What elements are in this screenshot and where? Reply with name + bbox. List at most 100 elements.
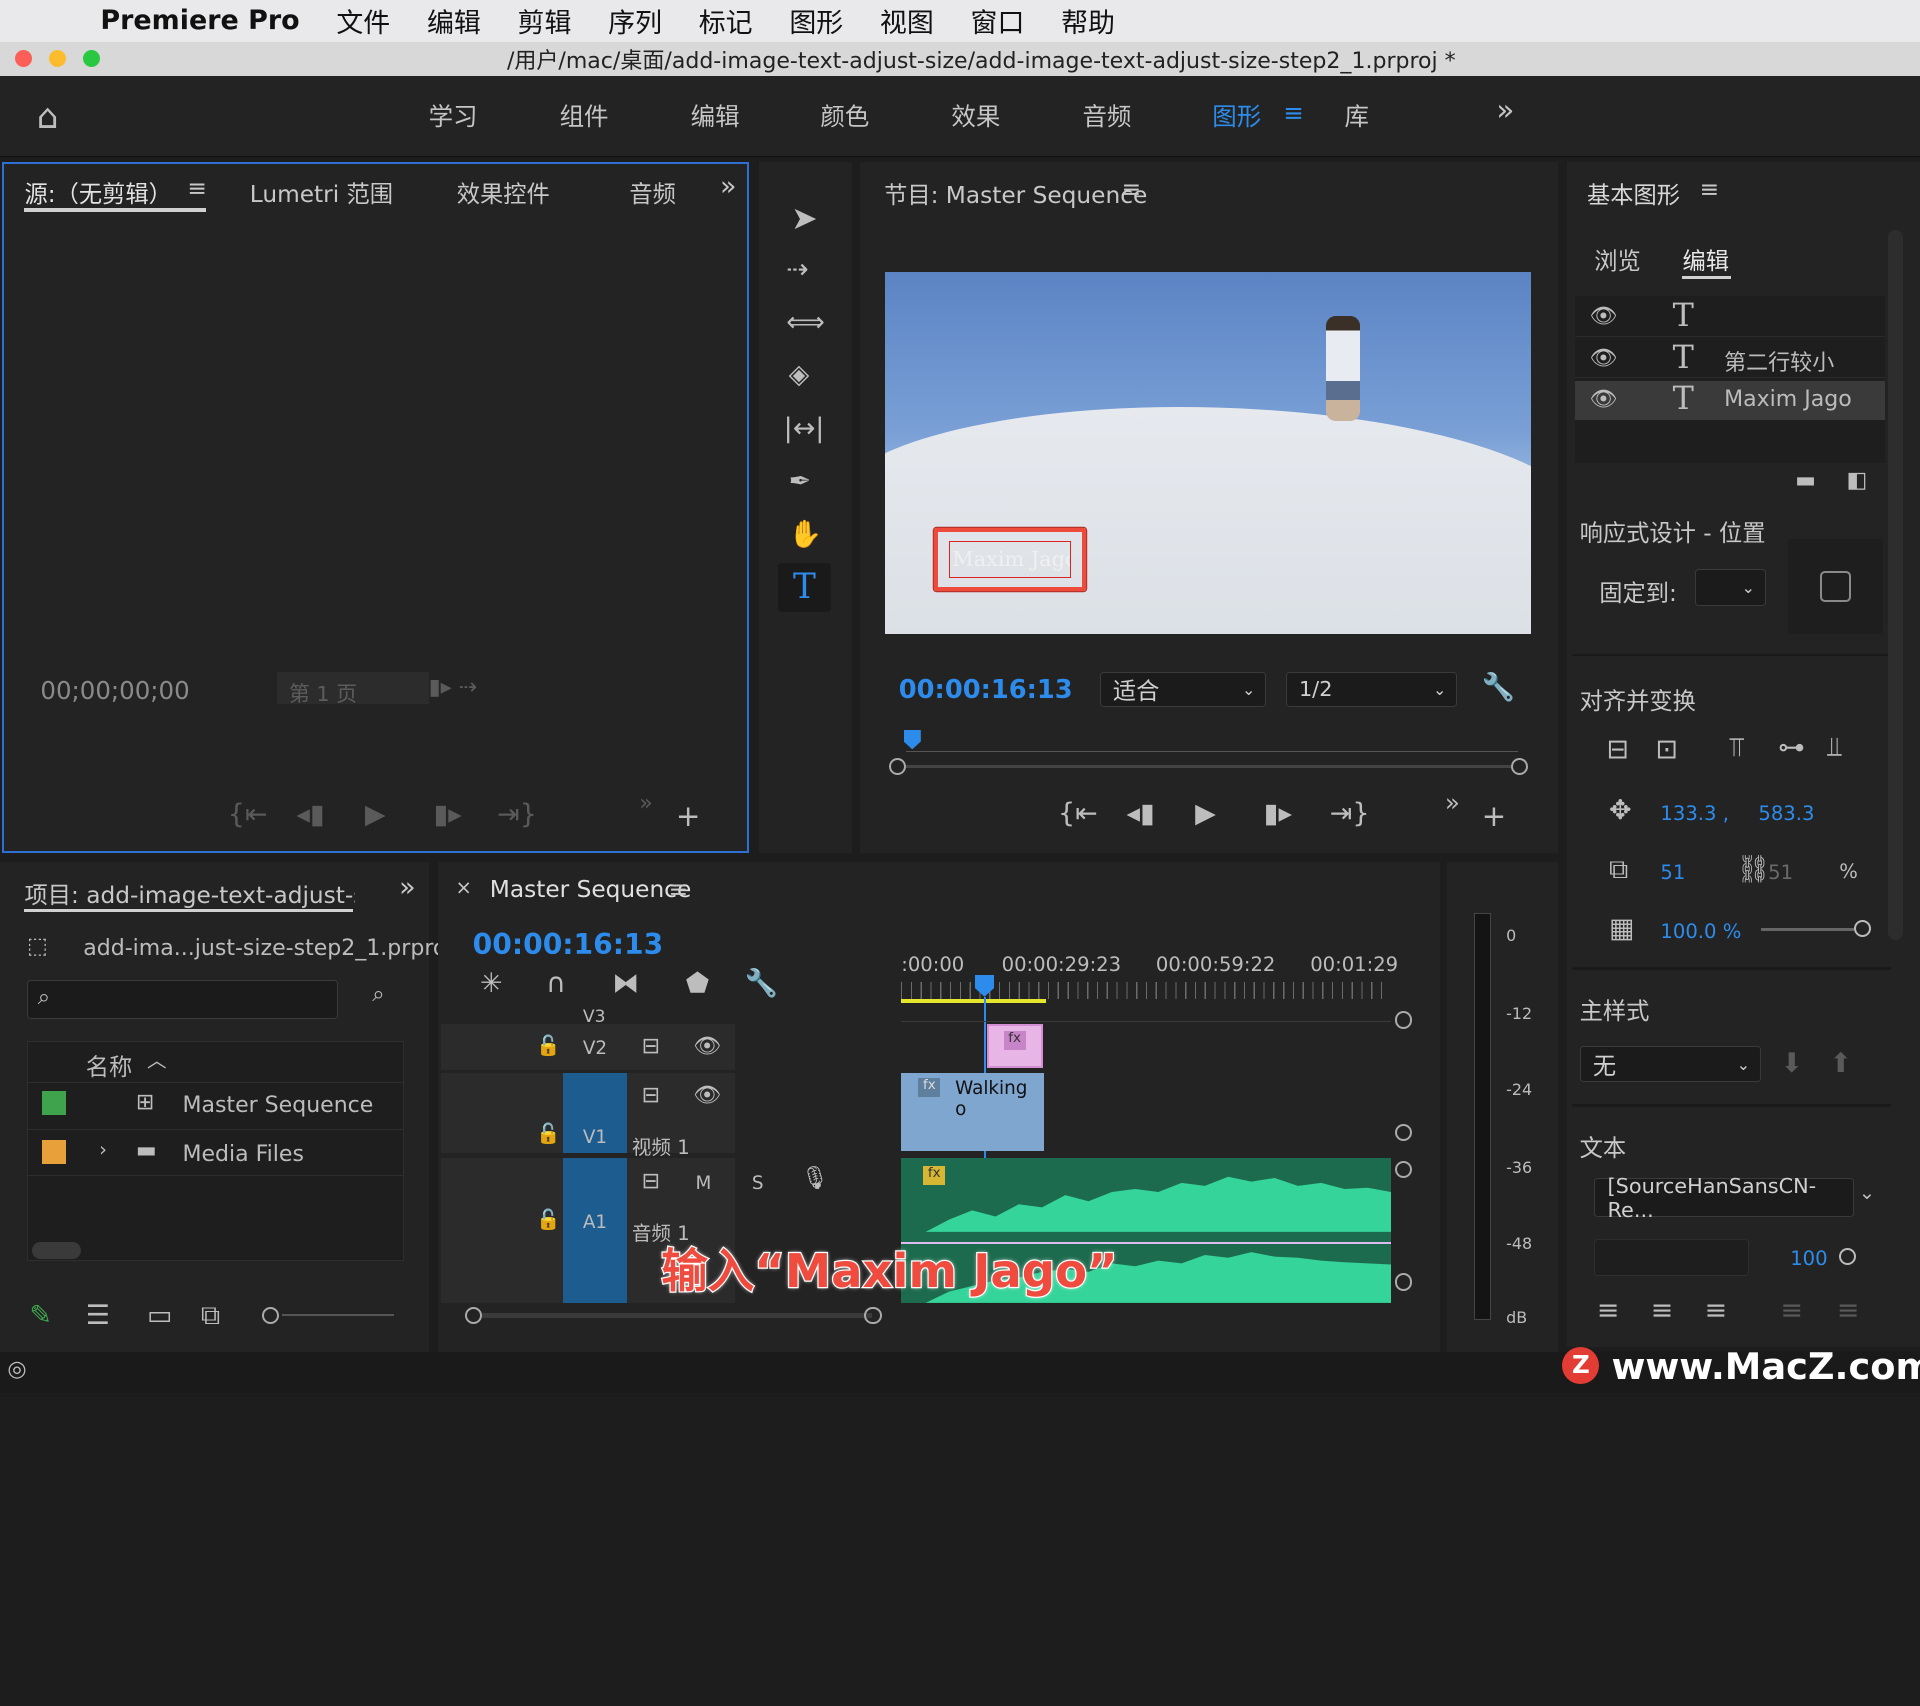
eye-icon[interactable]: 👁 xyxy=(1589,306,1617,328)
chevron-right-icon[interactable]: › xyxy=(99,1139,107,1160)
justify-left-icon[interactable]: ≡ xyxy=(1780,1297,1803,1325)
eg-tab-browse[interactable]: 浏览 xyxy=(1594,242,1641,276)
creative-cloud-icon[interactable]: ◎ xyxy=(7,1359,26,1381)
eg-tab-edit[interactable]: 编辑 xyxy=(1682,242,1729,276)
wrench-icon[interactable]: 🔧 xyxy=(1482,674,1516,702)
name-column-header[interactable]: 名称 xyxy=(86,1048,133,1082)
scale-value[interactable]: 51 xyxy=(1660,861,1685,884)
microphone-icon[interactable]: 🎙 xyxy=(801,1168,829,1190)
workspace-menu-icon[interactable]: ≡ xyxy=(1283,98,1304,127)
program-add-button-icon[interactable]: + xyxy=(1482,801,1507,831)
source-step-back-icon[interactable]: ◂▮ xyxy=(296,801,324,829)
close-sequence-icon[interactable]: × xyxy=(456,876,472,899)
link-icon[interactable]: ⛓ xyxy=(1736,856,1770,884)
justify-all-icon[interactable]: ≡ xyxy=(1837,1297,1860,1325)
eye-icon[interactable]: 👁 xyxy=(693,1035,721,1058)
video-clip-v1[interactable]: fx Walking o xyxy=(901,1072,1045,1152)
source-step-forward-icon[interactable]: ▮▸ ⇢ xyxy=(429,677,478,699)
timeline-menu-icon[interactable]: ≡ xyxy=(669,876,688,903)
step-forward-icon[interactable]: ▮▸ xyxy=(1264,800,1292,828)
track-height-handle[interactable] xyxy=(1394,1273,1412,1291)
source-go-out-icon[interactable]: ⇥} xyxy=(497,801,537,829)
freeform-view-icon[interactable]: ⧉ xyxy=(201,1302,220,1330)
source-go-in-icon[interactable]: {⇤ xyxy=(228,801,268,829)
eg-layer-row[interactable]: 👁 T xyxy=(1574,298,1885,337)
label-color-swatch[interactable] xyxy=(41,1139,67,1165)
solo-button[interactable]: S xyxy=(752,1173,764,1194)
add-marker-icon[interactable]: ⬟ xyxy=(686,970,709,998)
menu-help[interactable]: 帮助 xyxy=(1061,1,1115,40)
align-middle-icon[interactable]: ⊶ xyxy=(1778,734,1805,762)
align-bottom-icon[interactable]: ⫫ xyxy=(1827,734,1842,762)
selection-tool-icon[interactable]: ➤ xyxy=(791,202,818,235)
mute-button[interactable]: M xyxy=(696,1173,712,1194)
eye-icon[interactable]: 👁 xyxy=(1589,347,1617,370)
go-to-in-icon[interactable]: {⇤ xyxy=(1058,800,1098,828)
project-scrollbar[interactable] xyxy=(31,1241,81,1259)
pencil-icon[interactable]: ✎ xyxy=(29,1302,52,1330)
source-more-buttons-icon[interactable]: » xyxy=(639,793,652,815)
lock-icon[interactable]: 🔓 xyxy=(536,1124,560,1144)
opacity-slider-handle[interactable] xyxy=(1853,919,1872,937)
lock-icon[interactable]: 🔓 xyxy=(536,1036,560,1056)
menu-view[interactable]: 视图 xyxy=(880,1,934,40)
pin-to-dropdown[interactable]: ⌄ xyxy=(1694,569,1766,607)
source-add-button-icon[interactable]: + xyxy=(676,801,701,831)
sync-lock-icon[interactable]: ⊟ xyxy=(642,1084,660,1107)
align-right-text-icon[interactable]: ≡ xyxy=(1705,1297,1728,1325)
track-height-handle[interactable] xyxy=(1394,1011,1412,1029)
font-dropdown[interactable]: [SourceHanSansCN-Re... xyxy=(1594,1174,1854,1222)
menu-file[interactable]: 文件 xyxy=(336,1,390,40)
type-tool-icon[interactable]: T xyxy=(777,563,832,613)
eg-menu-icon[interactable]: ≡ xyxy=(1700,176,1719,203)
program-timecode[interactable]: 00:00:16:13 xyxy=(899,675,1073,705)
icon-view-icon[interactable]: ▭ xyxy=(147,1302,172,1330)
eg-layer-row[interactable]: 👁 T 第二行较小 xyxy=(1574,339,1885,379)
font-style-dropdown[interactable] xyxy=(1594,1239,1749,1276)
align-horizontal-center-icon[interactable]: ⊡ xyxy=(1656,736,1679,764)
track-height-handle[interactable] xyxy=(1394,1160,1412,1178)
source-more-icon[interactable]: » xyxy=(720,171,736,202)
position-x-value[interactable]: 133.3 , xyxy=(1660,802,1729,825)
tab-audio-mixer[interactable]: 音频 xyxy=(629,175,676,209)
source-page-select[interactable]: 第 1 页 xyxy=(276,672,429,706)
tab-source[interactable]: 源:（无剪辑） xyxy=(24,175,171,209)
source-step-forward-frame-icon[interactable]: ▮▸ xyxy=(433,801,461,829)
source-menu-icon[interactable]: ≡ xyxy=(187,175,206,202)
snap-magnet-icon[interactable]: ∩ xyxy=(546,970,566,998)
workspace-tab-color[interactable]: 颜色 xyxy=(820,98,869,133)
timeline-title[interactable]: Master Sequence xyxy=(490,876,691,903)
home-icon[interactable]: ⌂ xyxy=(37,100,59,134)
workspace-tab-effects[interactable]: 效果 xyxy=(951,98,1000,133)
chevron-down-icon[interactable]: ⌄ xyxy=(1859,1183,1875,1203)
pull-style-icon[interactable]: ⬆ xyxy=(1829,1050,1852,1078)
project-search-input[interactable]: ⌕ xyxy=(26,979,338,1019)
track-select-tool-icon[interactable]: ⇢ xyxy=(786,256,809,284)
project-zoom-slider[interactable] xyxy=(281,1313,395,1317)
opacity-slider-track[interactable] xyxy=(1760,928,1854,931)
workspace-tab-graphics[interactable]: 图形 xyxy=(1212,98,1261,133)
hand-tool-icon[interactable]: ✋ xyxy=(789,521,823,549)
linked-selection-icon[interactable]: ⧓ xyxy=(612,970,639,998)
workspace-more-icon[interactable]: » xyxy=(1496,93,1514,127)
program-menu-icon[interactable]: ≡ xyxy=(1122,176,1141,203)
track-label-a1[interactable]: A1 xyxy=(583,1212,607,1233)
fit-dropdown[interactable]: 适合 ⌄ xyxy=(1099,672,1267,707)
position-y-value[interactable]: 583.3 xyxy=(1758,802,1814,825)
workspace-tab-editing[interactable]: 编辑 xyxy=(691,98,740,133)
resolution-dropdown[interactable]: 1/2 ⌄ xyxy=(1285,672,1458,707)
overlay-text[interactable]: Maxim Jago xyxy=(948,541,1072,578)
project-item-row[interactable]: › ▬ Media Files xyxy=(28,1128,403,1176)
push-style-icon[interactable]: ⬇ xyxy=(1780,1050,1803,1078)
ripple-edit-tool-icon[interactable]: ⟺ xyxy=(786,309,825,337)
sync-lock-icon[interactable]: ⊟ xyxy=(642,1170,660,1193)
go-to-out-icon[interactable]: ⇥} xyxy=(1330,800,1370,828)
program-more-buttons-icon[interactable]: » xyxy=(1445,790,1460,815)
step-back-icon[interactable]: ◂▮ xyxy=(1127,800,1155,828)
menu-edit[interactable]: 编辑 xyxy=(427,1,481,40)
timeline-timecode[interactable]: 00:00:16:13 xyxy=(473,928,664,961)
track-height-handle[interactable] xyxy=(1394,1124,1412,1142)
eg-scrollbar[interactable] xyxy=(1888,230,1903,941)
align-vertical-center-icon[interactable]: ⊟ xyxy=(1607,736,1630,764)
master-style-dropdown[interactable]: 无 ⌄ xyxy=(1579,1045,1761,1083)
